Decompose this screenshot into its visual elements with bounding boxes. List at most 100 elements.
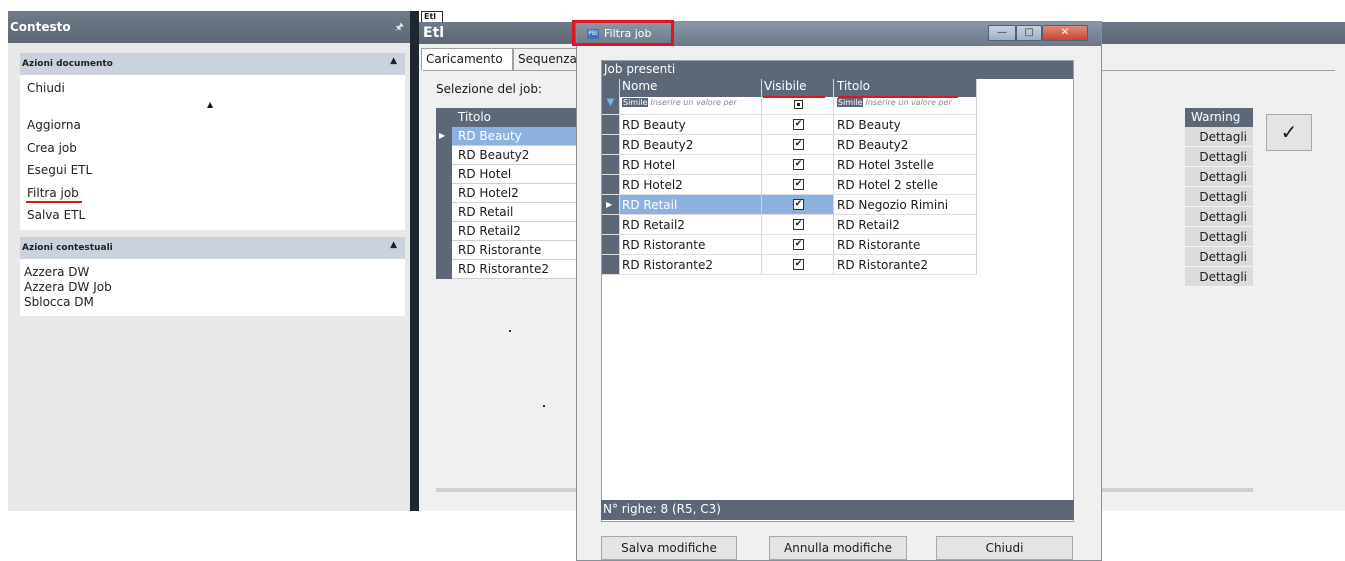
action-azzera-dw-job[interactable]: Azzera DW Job	[24, 279, 112, 295]
tab-caricamento[interactable]: Caricamento	[421, 48, 513, 70]
maximize-icon[interactable]: □	[1016, 25, 1042, 41]
job-grid: Titolo ▶ RD Beauty RD Beauty2 RD Hotel RD…	[436, 108, 596, 279]
visible-checkbox[interactable]: ✔	[793, 159, 804, 170]
action-crea-job[interactable]: Crea job	[27, 141, 77, 155]
details-button[interactable]: Dettagli	[1185, 227, 1253, 247]
visible-checkbox[interactable]: ✔	[793, 119, 804, 130]
table-row[interactable]: RD Hotel ✔ RD Hotel 3stelle	[602, 155, 977, 175]
visible-checkbox[interactable]: ✔	[793, 219, 804, 230]
table-row[interactable]: RD Beauty ✔ RD Beauty	[602, 115, 977, 135]
cell-title: RD Ristorante	[458, 243, 542, 257]
column-titolo[interactable]: Titolo	[834, 79, 977, 97]
action-esegui-etl[interactable]: Esegui ETL	[27, 163, 92, 177]
row-header[interactable]	[602, 155, 620, 174]
filter-placeholder: Inserire un valore per	[865, 98, 952, 107]
grid-header: Nome Visibile Titolo	[602, 79, 977, 97]
doc-actions-header[interactable]: Azioni documento ▲	[20, 53, 405, 75]
action-chiudi[interactable]: Chiudi	[27, 81, 65, 95]
table-row[interactable]: RD Hotel2 ✔ RD Hotel 2 stelle	[602, 175, 977, 195]
visible-checkbox[interactable]: ✔	[793, 239, 804, 250]
table-row[interactable]: RD Beauty2	[436, 146, 596, 165]
confirm-button[interactable]: ✓	[1266, 114, 1312, 151]
visible-checkbox[interactable]: ✔	[793, 259, 804, 270]
cell-titolo[interactable]: RD Hotel 2 stelle	[834, 175, 977, 194]
cell-titolo[interactable]: RD Ristorante	[834, 235, 977, 254]
job-grid-header[interactable]: Titolo	[436, 108, 596, 127]
cell-titolo[interactable]: RD Beauty2	[834, 135, 977, 154]
artifact-dot	[509, 330, 511, 332]
filter-checkbox[interactable]	[794, 100, 803, 109]
details-button[interactable]: Dettagli	[1185, 247, 1253, 267]
document-tab-etl[interactable]: Etl	[421, 11, 443, 22]
cell-visibile: ✔	[762, 155, 834, 174]
cell-titolo[interactable]: RD Retail2	[834, 215, 977, 234]
grid-rows: RD Beauty ✔ RD Beauty RD Beauty2 ✔ RD Beauty2…	[602, 115, 977, 275]
filter-mode[interactable]: Simile	[837, 98, 864, 107]
table-row[interactable]: RD Ristorante ✔ RD Ristorante	[602, 235, 977, 255]
annotation-underline	[838, 96, 958, 98]
panel-title: Job presenti	[602, 61, 1073, 79]
filter-nome[interactable]: Simile Inserire un valore per	[620, 97, 762, 114]
details-button[interactable]: Dettagli	[1185, 127, 1253, 147]
table-row[interactable]: RD Beauty2 ✔ RD Beauty2	[602, 135, 977, 155]
row-header[interactable]	[602, 235, 620, 254]
table-row[interactable]: ▶ RD Retail ✔ RD Negozio Rimini	[602, 195, 977, 215]
visible-checkbox[interactable]: ✔	[793, 199, 804, 210]
action-filtra-job[interactable]: Filtra job	[27, 186, 79, 200]
table-row[interactable]: RD Ristorante2 ✔ RD Ristorante2	[602, 255, 977, 275]
context-panel-title: Contesto	[8, 11, 410, 43]
row-header[interactable]	[602, 115, 620, 134]
details-button[interactable]: Dettagli	[1185, 207, 1253, 227]
collapse-up-icon[interactable]: ▲	[390, 56, 397, 66]
table-row[interactable]: RD Hotel	[436, 165, 596, 184]
job-grid-header-label: Titolo	[458, 110, 492, 124]
panel-splitter[interactable]	[410, 11, 419, 511]
row-header[interactable]: ▶	[602, 195, 620, 214]
details-button[interactable]: Dettagli	[1185, 167, 1253, 187]
action-sblocca-dm[interactable]: Sblocca DM	[24, 294, 94, 310]
context-actions-header[interactable]: Azioni contestuali ▲	[20, 237, 405, 259]
row-header[interactable]	[602, 255, 620, 274]
details-button[interactable]: Dettagli	[1185, 267, 1253, 287]
cell-titolo[interactable]: RD Ristorante2	[834, 255, 977, 274]
tab-sequenza[interactable]: Sequenza	[513, 48, 579, 70]
close-button[interactable]: Chiudi	[936, 536, 1073, 560]
row-header[interactable]	[602, 175, 620, 194]
column-visibile[interactable]: Visibile	[762, 79, 834, 97]
visible-checkbox[interactable]: ✔	[793, 139, 804, 150]
filter-mode[interactable]: Simile	[622, 98, 649, 107]
cell-titolo[interactable]: RD Hotel 3stelle	[834, 155, 977, 174]
row-header[interactable]	[602, 215, 620, 234]
table-row[interactable]: RD Retail2 ✔ RD Retail2	[602, 215, 977, 235]
action-salva-etl[interactable]: Salva ETL	[27, 208, 85, 222]
warning-header[interactable]: Warning	[1185, 108, 1253, 127]
table-row[interactable]: RD Ristorante2	[436, 260, 596, 279]
table-row[interactable]: ▶ RD Beauty	[436, 127, 596, 146]
action-aggiorna[interactable]: Aggiorna	[27, 118, 81, 132]
scroll-up-icon[interactable]: ▲	[207, 100, 213, 109]
collapse-up-icon[interactable]: ▲	[390, 240, 397, 250]
details-button[interactable]: Dettagli	[1185, 187, 1253, 207]
save-changes-button[interactable]: Salva modifiche	[601, 536, 737, 560]
cancel-changes-button[interactable]: Annulla modifiche	[769, 536, 907, 560]
action-azzera-dw[interactable]: Azzera DW	[24, 264, 89, 280]
cell-titolo[interactable]: RD Negozio Rimini	[834, 195, 977, 214]
table-row[interactable]: RD Retail	[436, 203, 596, 222]
row-header[interactable]	[602, 135, 620, 154]
cell-nome: RD Hotel2	[620, 175, 762, 194]
details-button[interactable]: Dettagli	[1185, 147, 1253, 167]
filter-visibile[interactable]	[762, 97, 834, 114]
cell-title: RD Retail2	[458, 224, 521, 238]
cell-nome: RD Ristorante	[620, 235, 762, 254]
cell-titolo[interactable]: RD Beauty	[834, 115, 977, 134]
column-nome[interactable]: Nome	[620, 79, 762, 97]
close-icon[interactable]: ✕	[1042, 25, 1088, 41]
cell-nome: RD Ristorante2	[620, 255, 762, 274]
minimize-icon[interactable]: —	[988, 25, 1016, 41]
filter-titolo[interactable]: Simile Inserire un valore per	[834, 97, 977, 114]
table-row[interactable]: RD Ristorante	[436, 241, 596, 260]
table-row[interactable]: RD Retail2	[436, 222, 596, 241]
table-row[interactable]: RD Hotel2	[436, 184, 596, 203]
visible-checkbox[interactable]: ✔	[793, 179, 804, 190]
pin-icon[interactable]: 🖈︎	[395, 20, 404, 37]
